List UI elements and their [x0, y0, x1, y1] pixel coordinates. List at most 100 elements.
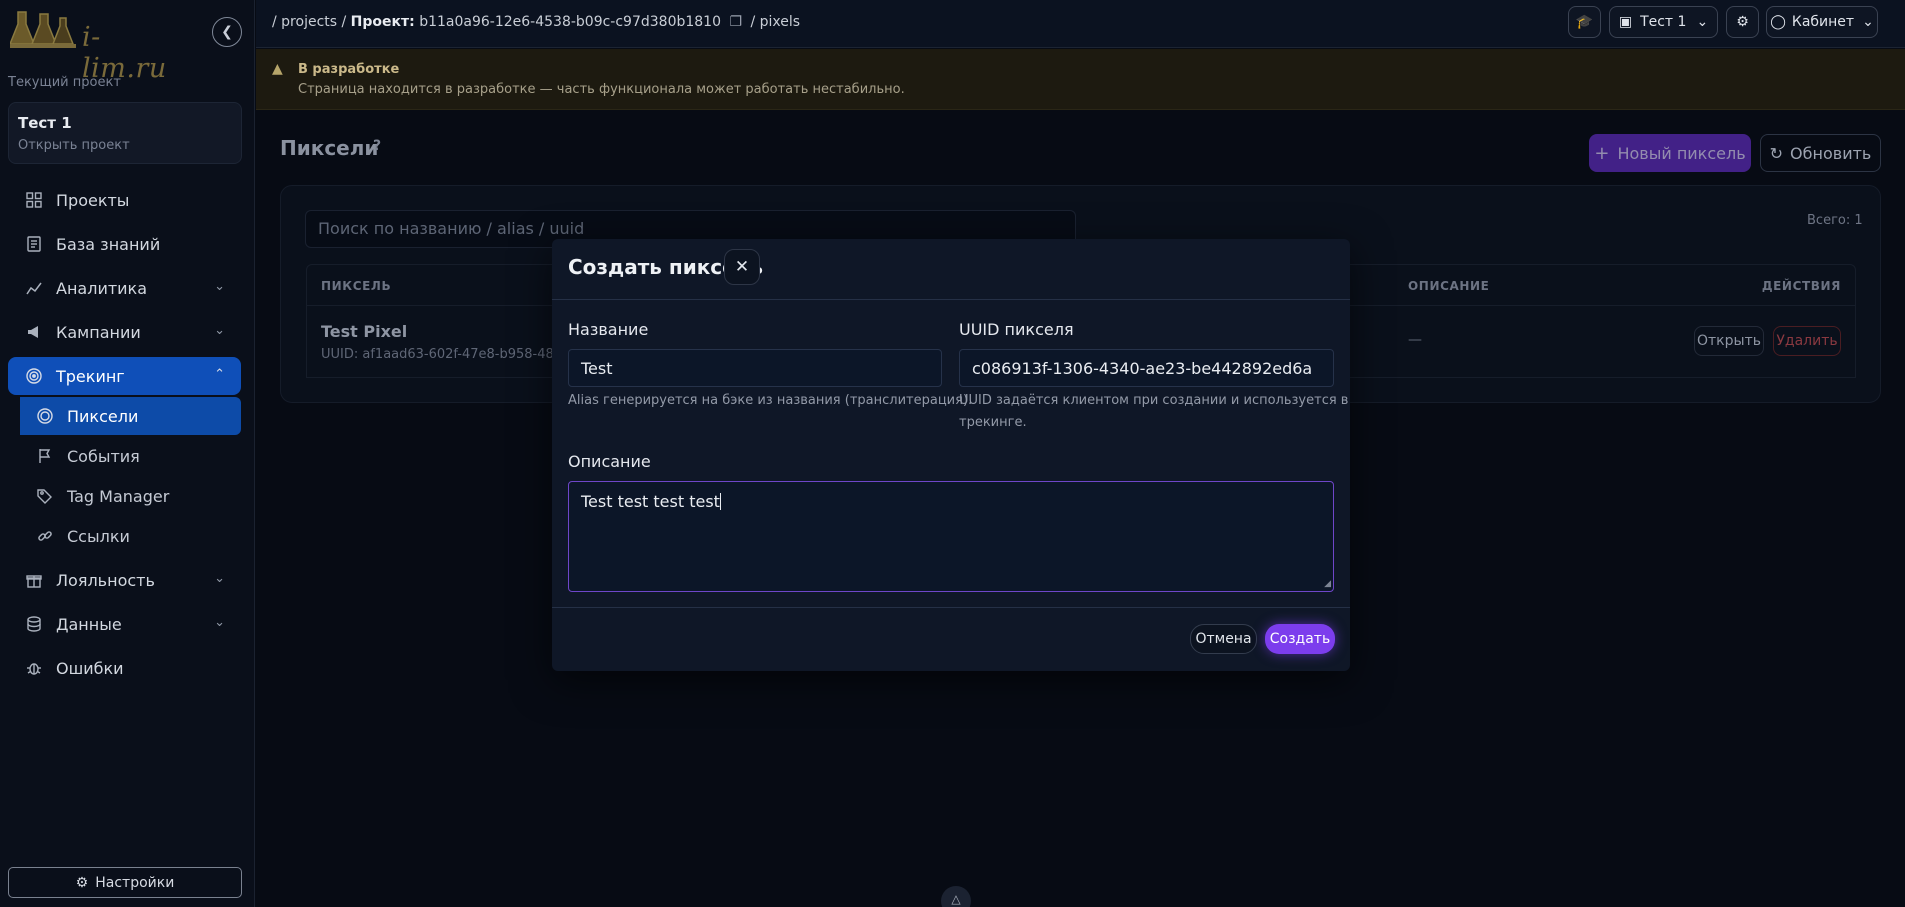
- book-icon: [25, 235, 43, 253]
- breadcrumb-projects[interactable]: / projects /: [272, 14, 346, 30]
- database-icon: [25, 615, 43, 633]
- breadcrumb: / projects / Проект: b11a0a96-12e6-4538-…: [272, 14, 800, 30]
- refresh-icon: ↻: [1769, 143, 1784, 163]
- chevron-down-icon: ⌄: [214, 615, 225, 630]
- banner-text: Страница находится в разработке — часть …: [298, 82, 905, 97]
- sidebar-item-label: События: [67, 446, 140, 466]
- create-button[interactable]: Создать: [1265, 624, 1335, 654]
- sidebar-item-label: Трекинг: [56, 366, 125, 386]
- sidebar-item-label: Данные: [56, 614, 122, 634]
- sidebar-item-tracking[interactable]: Трекинг ⌃: [8, 357, 241, 395]
- column-description: ОПИСАНИЕ: [1408, 279, 1490, 293]
- close-modal-button[interactable]: ✕: [724, 249, 760, 285]
- nuxt-devtools-icon[interactable]: △: [941, 886, 971, 907]
- name-hint: Alias генерируется на бэке из названия (…: [568, 393, 973, 408]
- settings-label: Настройки: [95, 874, 175, 891]
- refresh-button[interactable]: ↻ Обновить: [1760, 134, 1881, 172]
- link-icon: [36, 527, 54, 545]
- topbar: / projects / Проект: b11a0a96-12e6-4538-…: [256, 0, 1905, 48]
- chart-line-icon: [25, 279, 43, 297]
- chevron-down-icon: ⌄: [1696, 14, 1709, 30]
- text-caret: [719, 493, 721, 510]
- breadcrumb-pixels: / pixels: [750, 14, 801, 30]
- megaphone-icon: [25, 323, 43, 341]
- help-icon[interactable]: ?: [373, 138, 381, 154]
- sidebar-item-pixels[interactable]: Пиксели: [20, 397, 241, 435]
- project-select[interactable]: ▣ Тест 1 ⌄: [1609, 6, 1718, 38]
- learning-button[interactable]: 🎓: [1568, 6, 1601, 38]
- sidebar-item-label: Ссылки: [67, 526, 130, 546]
- flag-icon: [36, 447, 54, 465]
- gift-icon: [25, 571, 43, 589]
- logo[interactable]: i-lim.ru: [8, 8, 170, 84]
- pixel-description: —: [1408, 332, 1422, 348]
- breadcrumb-project-id[interactable]: b11a0a96-12e6-4538-b09c-c97d380b1810: [419, 14, 721, 30]
- sidebar-item-label: Пиксели: [67, 406, 139, 426]
- bug-icon: [25, 659, 43, 677]
- cabinet-button[interactable]: ◯ Кабинет ⌄: [1766, 6, 1878, 38]
- new-pixel-button[interactable]: + Новый пиксель: [1589, 134, 1751, 172]
- description-label: Описание: [568, 452, 651, 471]
- total-count: Всего: 1: [1807, 213, 1863, 228]
- current-project-label: Текущий проект: [8, 75, 121, 90]
- current-project-card[interactable]: Тест 1 Открыть проект: [8, 102, 242, 164]
- banner-title: В разработке: [298, 62, 400, 77]
- sidebar-item-label: Ошибки: [56, 658, 124, 678]
- sidebar-item-campaigns[interactable]: Кампании ⌄: [8, 313, 241, 351]
- target-icon: [25, 367, 43, 385]
- uuid-field[interactable]: c086913f-1306-4340-ae23-be442892ed6a: [959, 349, 1334, 387]
- sidebar-item-label: Tag Manager: [67, 486, 170, 506]
- folder-icon: ▣: [1618, 14, 1633, 30]
- sidebar-item-label: Проекты: [56, 190, 130, 210]
- sidebar-item-label: Аналитика: [56, 278, 148, 298]
- chevron-down-icon: ⌄: [214, 571, 225, 586]
- open-project-link[interactable]: Открыть проект: [18, 138, 130, 153]
- resize-handle-icon[interactable]: ◢: [1324, 579, 1331, 589]
- sidebar-item-analytics[interactable]: Аналитика ⌄: [8, 269, 241, 307]
- sidebar-item-label: Кампании: [56, 322, 141, 342]
- delete-pixel-button[interactable]: Удалить: [1773, 326, 1841, 356]
- name-label: Название: [568, 320, 649, 339]
- sidebar-item-links[interactable]: Ссылки: [20, 517, 241, 555]
- modal-header-divider: [552, 299, 1350, 300]
- name-field[interactable]: Test: [568, 349, 942, 387]
- gear-icon: ⚙: [75, 874, 89, 891]
- new-pixel-label: Новый пиксель: [1617, 143, 1746, 163]
- description-textarea[interactable]: Test test test test ◢: [568, 481, 1334, 592]
- sidebar-item-knowledge-base[interactable]: База знаний: [8, 225, 241, 263]
- settings-icon-button[interactable]: ⚙: [1726, 6, 1759, 38]
- uuid-hint: UUID задаётся клиентом при создании и ис…: [959, 390, 1348, 434]
- sidebar-item-data[interactable]: Данные ⌄: [8, 605, 241, 643]
- collapse-sidebar-button[interactable]: ❮: [212, 17, 242, 47]
- gear-icon: ⚙: [1736, 14, 1749, 30]
- traffic-cone-icon: ▲: [272, 61, 283, 77]
- graduation-cap-icon: 🎓: [1575, 14, 1594, 30]
- modal-footer-divider: [552, 607, 1350, 608]
- chevron-down-icon: ⌄: [1862, 14, 1874, 30]
- user-circle-icon: ◯: [1770, 14, 1786, 30]
- chevron-down-icon: ⌄: [214, 279, 225, 294]
- dev-banner: ▲ В разработке Страница находится в разр…: [256, 49, 1905, 110]
- copy-icon[interactable]: ❐: [729, 14, 742, 30]
- plus-icon: +: [1594, 142, 1610, 164]
- close-icon: ✕: [734, 257, 750, 277]
- project-name: Тест 1: [18, 114, 72, 132]
- settings-button[interactable]: ⚙ Настройки: [8, 867, 242, 898]
- sidebar-item-loyalty[interactable]: Лояльность ⌄: [8, 561, 241, 599]
- sidebar-item-events[interactable]: События: [20, 437, 241, 475]
- sidebar-item-tag-manager[interactable]: Tag Manager: [20, 477, 241, 515]
- column-actions: ДЕЙСТВИЯ: [1761, 279, 1841, 293]
- sidebar: i-lim.ru ❮ Текущий проект Тест 1 Открыть…: [0, 0, 255, 907]
- sidebar-item-errors[interactable]: Ошибки: [8, 649, 241, 687]
- chevron-down-icon: ⌄: [214, 323, 225, 338]
- pixel-name: Test Pixel: [321, 322, 408, 341]
- cancel-button[interactable]: Отмена: [1190, 624, 1257, 654]
- sidebar-item-label: База знаний: [56, 234, 161, 254]
- column-pixel: ПИКСЕЛЬ: [321, 279, 392, 293]
- sidebar-item-projects[interactable]: Проекты: [8, 181, 241, 219]
- page-title: Пиксели: [280, 136, 379, 160]
- target-icon: [36, 407, 54, 425]
- sidebar-item-label: Лояльность: [56, 570, 155, 590]
- uuid-hint-line-2: трекинге.: [959, 415, 1027, 430]
- open-pixel-button[interactable]: Открыть: [1694, 326, 1764, 356]
